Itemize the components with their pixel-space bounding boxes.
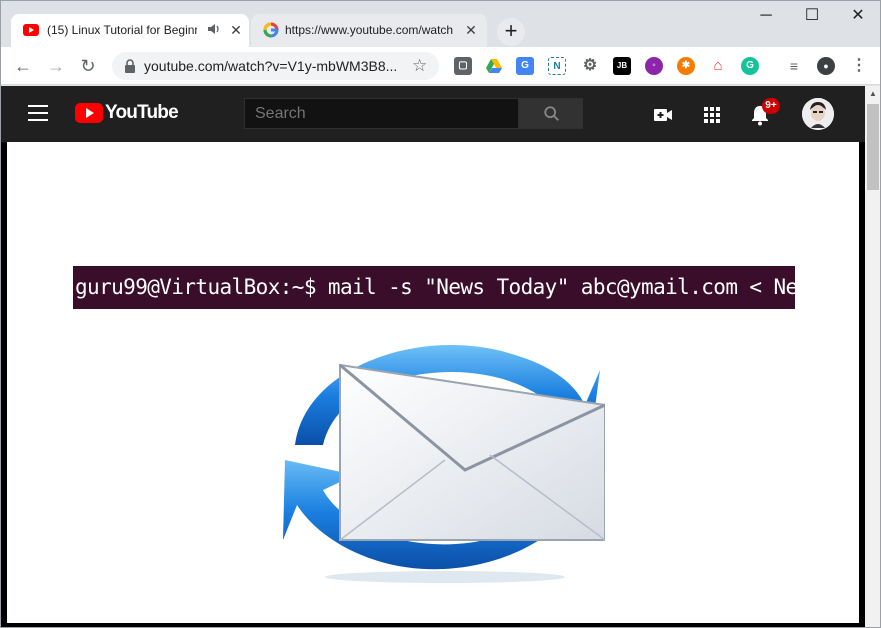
email-envelope-icon <box>283 345 605 583</box>
hamburger-menu-icon[interactable] <box>28 105 48 121</box>
bookmark-star-icon[interactable]: ☆ <box>412 56 427 76</box>
video-player[interactable]: guru99@VirtualBox:~$ mail -s "News Today… <box>1 142 865 627</box>
reload-icon[interactable]: ↻ <box>75 53 101 79</box>
maximize-icon[interactable]: ☐ <box>789 1 835 31</box>
evernote-icon[interactable]: ▢ <box>454 57 472 75</box>
media-queue-icon[interactable]: ≡ <box>785 57 803 75</box>
page-scrollbar[interactable]: ▲ <box>865 86 880 627</box>
tab-youtube[interactable]: (15) Linux Tutorial for Beginn ✕ <box>11 14 249 47</box>
tab-strip: (15) Linux Tutorial for Beginn ✕ https:/… <box>1 1 880 47</box>
youtube-header: YouTube 9+ <box>1 86 865 142</box>
youtube-logo-text[interactable]: YouTube <box>105 102 179 124</box>
terminal-command-text: guru99@VirtualBox:~$ mail -s "News Today… <box>73 266 795 309</box>
google-icon <box>263 22 279 38</box>
extension-purple-icon[interactable]: ◦ <box>645 57 663 75</box>
youtube-icon <box>23 24 39 36</box>
tab-google[interactable]: https://www.youtube.com/watch ✕ <box>251 14 487 47</box>
user-avatar-icon <box>802 98 834 130</box>
more-menu-icon[interactable]: ⋮ <box>850 57 868 75</box>
new-tab-button[interactable]: + <box>497 18 525 46</box>
youtube-logo-icon[interactable] <box>75 103 103 123</box>
browser-window: (15) Linux Tutorial for Beginn ✕ https:/… <box>0 0 881 628</box>
lock-icon <box>125 59 135 73</box>
url-text: youtube.com/watch?v=V1y-mbWM3B8... <box>144 58 398 74</box>
jetbrains-icon[interactable]: JB <box>613 57 631 75</box>
forward-arrow-icon[interactable]: → <box>43 53 69 79</box>
close-tab-icon[interactable]: ✕ <box>228 22 244 38</box>
settings-gear-icon[interactable]: ⚙ <box>581 57 599 75</box>
back-arrow-icon[interactable]: ← <box>10 53 36 79</box>
google-drive-icon[interactable] <box>485 57 503 75</box>
notion-icon[interactable]: N <box>548 57 566 75</box>
home-icon[interactable]: ⌂ <box>709 57 727 75</box>
search-icon <box>544 106 559 121</box>
browser-toolbar: ← → ↻ youtube.com/watch?v=V1y-mbWM3B8...… <box>1 47 880 85</box>
profile-avatar-icon[interactable]: ● <box>817 57 835 75</box>
apps-grid-icon[interactable] <box>700 103 724 127</box>
grammarly-icon[interactable]: G <box>741 57 759 75</box>
scrollbar-thumb[interactable] <box>867 104 879 190</box>
extension-orange-icon[interactable]: ✱ <box>677 57 695 75</box>
tab-title: (15) Linux Tutorial for Beginn <box>47 23 197 37</box>
minimize-icon[interactable]: ─ <box>743 1 789 31</box>
avatar[interactable] <box>802 98 834 130</box>
video-frame: guru99@VirtualBox:~$ mail -s "News Today… <box>7 142 859 623</box>
close-window-icon[interactable]: ✕ <box>835 1 880 31</box>
close-tab-icon[interactable]: ✕ <box>463 22 479 38</box>
search-input[interactable] <box>244 98 519 129</box>
create-video-icon[interactable] <box>651 103 675 127</box>
speaker-icon[interactable] <box>207 22 221 36</box>
notification-badge: 9+ <box>762 98 780 114</box>
search-button[interactable] <box>519 98 583 129</box>
address-bar[interactable]: youtube.com/watch?v=V1y-mbWM3B8... ☆ <box>112 52 439 80</box>
scroll-up-arrow-icon[interactable]: ▲ <box>865 86 880 102</box>
google-translate-icon[interactable]: G <box>516 57 534 75</box>
tab-title: https://www.youtube.com/watch <box>285 23 454 37</box>
